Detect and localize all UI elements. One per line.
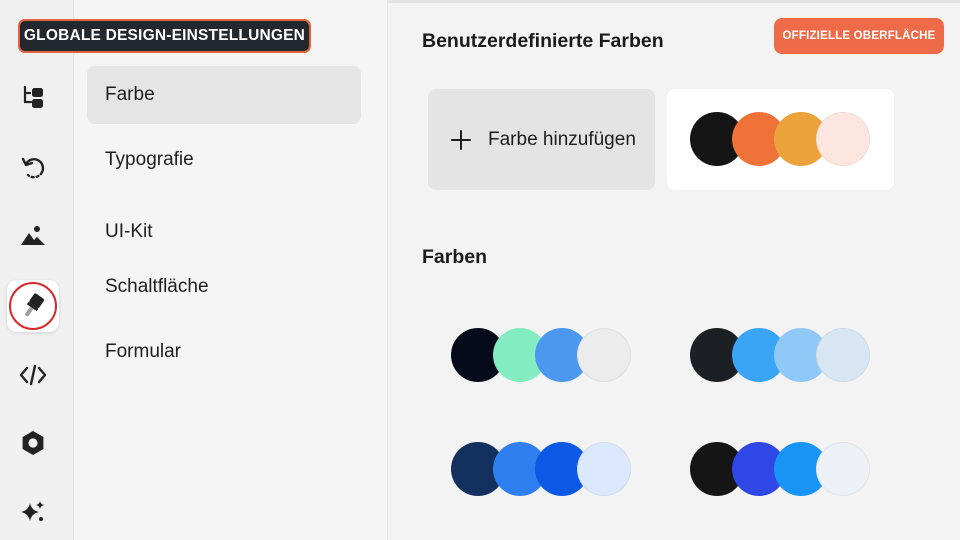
sparkle-icon (19, 498, 47, 526)
nav-item-formular[interactable]: Formular (87, 323, 361, 381)
nav-item-label: Typografie (105, 149, 194, 170)
nav-item-schaltflaeche[interactable]: Schaltfläche (87, 258, 361, 316)
nav-item-label: Schaltfläche (105, 276, 209, 297)
component-button[interactable] (7, 417, 59, 469)
nav-item-typografie[interactable]: Typografie (87, 131, 361, 189)
nav-item-farbe[interactable]: Farbe (87, 66, 361, 124)
color-swatch (577, 442, 631, 496)
hierarchy-button[interactable] (7, 72, 59, 124)
active-highlight-ring (9, 282, 57, 330)
custom-colors-title: Benutzerdefinierte Farben (422, 30, 664, 52)
custom-palette-swatches (690, 112, 874, 168)
colors-section-title: Farben (422, 246, 488, 268)
nav-item-ui-kit[interactable]: UI-Kit (87, 203, 361, 261)
global-design-settings-badge: GLOBALE DESIGN-EINSTELLUNGEN (18, 19, 311, 53)
palette-option[interactable] (451, 442, 635, 498)
palette-option[interactable] (690, 328, 874, 384)
top-border (388, 0, 960, 3)
color-swatch (816, 112, 870, 166)
color-settings-panel: Benutzerdefinierte Farben OFFIZIELLE OBE… (388, 0, 960, 540)
add-color-label: Farbe hinzufügen (488, 128, 636, 150)
custom-palette-card[interactable] (667, 89, 894, 190)
nav-item-label: UI-Kit (105, 221, 153, 242)
nav-item-label: Farbe (105, 84, 155, 105)
nav-item-label: Formular (105, 341, 182, 362)
settings-nav: Farbe Typografie UI-Kit Schaltfläche For… (75, 0, 387, 540)
color-swatch (577, 328, 631, 382)
image-icon (19, 224, 47, 248)
hierarchy-icon (21, 85, 45, 111)
add-color-button[interactable]: Farbe hinzufügen (428, 89, 655, 190)
palette-option[interactable] (690, 442, 874, 498)
official-interface-button[interactable]: OFFIZIELLE OBERFLÄCHE (774, 18, 944, 54)
hexagon-icon (20, 430, 46, 456)
ai-button[interactable] (7, 486, 59, 538)
code-button[interactable] (7, 349, 59, 401)
code-icon (19, 364, 47, 386)
history-button[interactable] (7, 142, 59, 194)
palette-option[interactable] (451, 328, 635, 384)
color-swatch (816, 442, 870, 496)
icon-rail (0, 0, 74, 540)
image-button[interactable] (7, 210, 59, 262)
design-brush-button[interactable] (7, 280, 59, 332)
color-swatch (816, 328, 870, 382)
plus-icon (450, 129, 472, 151)
history-icon (20, 155, 46, 181)
